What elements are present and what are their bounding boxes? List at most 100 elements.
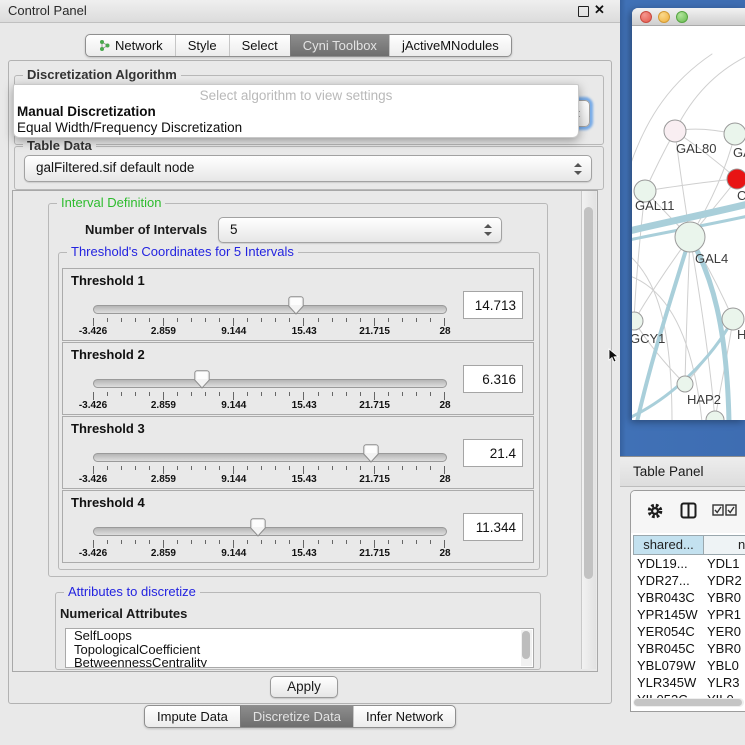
network-window-titlebar[interactable] bbox=[632, 8, 745, 26]
network-node-label: GAL80 bbox=[676, 141, 716, 156]
slider-tick-label: 21.715 bbox=[359, 400, 390, 411]
tab-network[interactable]: Network bbox=[86, 35, 175, 56]
horizontal-scrollbar-thumb[interactable] bbox=[634, 699, 742, 706]
dropdown-option-equal-width[interactable]: Equal Width/Frequency Discretization bbox=[17, 120, 242, 135]
threshold-3-value-field[interactable]: 21.4 bbox=[463, 439, 523, 467]
gear-icon[interactable] bbox=[646, 502, 664, 520]
threshold-4-value-field[interactable]: 11.344 bbox=[463, 513, 523, 541]
network-edge bbox=[645, 179, 737, 191]
network-node-gal80[interactable] bbox=[664, 120, 686, 142]
threshold-1-label: Threshold 1 bbox=[71, 273, 145, 288]
float-panel-icon[interactable] bbox=[578, 6, 589, 17]
slider-tick bbox=[191, 318, 192, 322]
minimize-traffic-light-icon[interactable] bbox=[658, 11, 670, 23]
slider-tick bbox=[205, 466, 206, 470]
attribute-list-item[interactable]: BetweennessCentrality bbox=[66, 656, 533, 668]
threshold-1-value-field[interactable]: 14.713 bbox=[463, 291, 523, 319]
interval-definition-title: Interval Definition bbox=[57, 195, 165, 210]
network-node-partial[interactable] bbox=[706, 411, 724, 420]
threshold-4-slider-thumb[interactable] bbox=[250, 518, 266, 537]
slider-tick bbox=[191, 392, 192, 396]
dropdown-option-manual-discretization[interactable]: Manual Discretization bbox=[17, 104, 156, 119]
tab-infer-network[interactable]: Infer Network bbox=[353, 706, 455, 727]
network-node-gcy1[interactable] bbox=[632, 312, 643, 330]
slider-tick bbox=[430, 466, 431, 470]
attribute-list-item[interactable]: SelfLoops bbox=[66, 629, 533, 643]
tab-cyni-toolbox-label: Cyni Toolbox bbox=[303, 38, 377, 53]
horizontal-scrollbar[interactable] bbox=[633, 698, 744, 707]
table-row[interactable]: YBR043CYBR0 bbox=[631, 589, 745, 606]
tab-select[interactable]: Select bbox=[229, 35, 290, 56]
threshold-1-slider-thumb[interactable] bbox=[288, 296, 304, 315]
slider-tick bbox=[402, 540, 403, 544]
dropdown-placeholder-option[interactable]: Select algorithm to view settings bbox=[14, 88, 578, 103]
threshold-2-slider-thumb[interactable] bbox=[194, 370, 210, 389]
slider-tick bbox=[303, 318, 304, 326]
vertical-scrollbar-thumb[interactable] bbox=[584, 207, 593, 579]
apply-button[interactable]: Apply bbox=[270, 676, 338, 698]
threshold-3-slider-thumb[interactable] bbox=[363, 444, 379, 463]
network-node-c[interactable] bbox=[727, 169, 745, 189]
tab-discretize-data[interactable]: Discretize Data bbox=[240, 706, 353, 727]
tab-jactivemnodules[interactable]: jActiveMNodules bbox=[389, 35, 511, 56]
network-node-gal4[interactable] bbox=[675, 222, 705, 252]
network-node-hap2[interactable] bbox=[677, 376, 693, 392]
threshold-2-value-field[interactable]: 6.316 bbox=[463, 365, 523, 393]
cell-shared-name: YPR145W bbox=[637, 607, 698, 622]
table-row[interactable]: YBL079WYBL0 bbox=[631, 657, 745, 674]
table-row[interactable]: YLR345WYLR3 bbox=[631, 674, 745, 691]
close-icon[interactable]: ✕ bbox=[594, 2, 605, 18]
table-row[interactable]: YBR045CYBR0 bbox=[631, 640, 745, 657]
slider-tick-label: 15.43 bbox=[292, 400, 317, 411]
table-row[interactable]: YPR145WYPR1 bbox=[631, 606, 745, 623]
list-scrollbar-thumb[interactable] bbox=[522, 631, 530, 659]
table-row[interactable]: YER054CYER0 bbox=[631, 623, 745, 640]
mouse-cursor bbox=[608, 348, 620, 364]
slider-tick-label: 15.43 bbox=[292, 326, 317, 337]
slider-tick-label: -3.426 bbox=[79, 326, 107, 337]
attribute-list-item[interactable]: TopologicalCoefficient bbox=[66, 643, 533, 657]
slider-tick bbox=[247, 466, 248, 470]
column-header-name[interactable]: na bbox=[703, 535, 745, 555]
slider-tick bbox=[416, 466, 417, 470]
number-of-intervals-combobox[interactable]: 5 bbox=[218, 217, 502, 243]
tab-style[interactable]: Style bbox=[175, 35, 229, 56]
cell-name: YER0 bbox=[707, 624, 741, 639]
vertical-scrollbar[interactable] bbox=[581, 191, 596, 669]
select-columns-icon[interactable] bbox=[712, 504, 738, 516]
slider-tick bbox=[360, 466, 361, 470]
table-row[interactable]: YDL19...YDL1 bbox=[631, 555, 745, 572]
tab-impute-data-label: Impute Data bbox=[157, 709, 228, 724]
zoom-traffic-light-icon[interactable] bbox=[676, 11, 688, 23]
slider-tick bbox=[163, 466, 164, 474]
table-row[interactable]: YDR27...YDR2 bbox=[631, 572, 745, 589]
slider-tick bbox=[402, 392, 403, 396]
slider-tick bbox=[289, 540, 290, 544]
table-data-combobox[interactable]: galFiltered.sif default node bbox=[24, 155, 592, 182]
column-layout-icon[interactable] bbox=[680, 502, 697, 519]
table-body: YDL19...YDL1YDR27...YDR2YBR043CYBR0YPR14… bbox=[631, 555, 745, 698]
slider-tick bbox=[149, 392, 150, 396]
slider-tick bbox=[444, 392, 445, 400]
tab-impute-data[interactable]: Impute Data bbox=[145, 706, 240, 727]
network-node-ga[interactable] bbox=[724, 123, 745, 145]
column-header-shared-name[interactable]: shared... bbox=[633, 535, 704, 555]
tab-cyni-toolbox[interactable]: Cyni Toolbox bbox=[290, 35, 389, 56]
network-canvas[interactable]: GAL80GACGAL11GAL4GCY1HHAP2 bbox=[632, 26, 745, 420]
numerical-attributes-list[interactable]: SelfLoopsTopologicalCoefficientBetweenne… bbox=[65, 628, 534, 668]
slider-tick bbox=[275, 466, 276, 470]
combo-arrows-icon bbox=[574, 163, 582, 175]
slider-tick-label: 2.859 bbox=[151, 400, 176, 411]
slider-tick-label: 28 bbox=[439, 326, 450, 337]
slider-tick bbox=[416, 318, 417, 322]
table-row[interactable]: YIL052CYIL0 bbox=[631, 691, 745, 698]
threshold-3-panel: Threshold 3 -3.4262.8599.14415.4321.7152… bbox=[62, 416, 534, 489]
cell-shared-name: YBR045C bbox=[637, 641, 695, 656]
list-scrollbar[interactable] bbox=[521, 630, 532, 666]
close-traffic-light-icon[interactable] bbox=[640, 11, 652, 23]
slider-tick bbox=[332, 392, 333, 396]
slider-tick bbox=[107, 318, 108, 322]
slider-tick bbox=[93, 466, 94, 474]
cell-name: YLR3 bbox=[707, 675, 740, 690]
threshold-3-label: Threshold 3 bbox=[71, 421, 145, 436]
